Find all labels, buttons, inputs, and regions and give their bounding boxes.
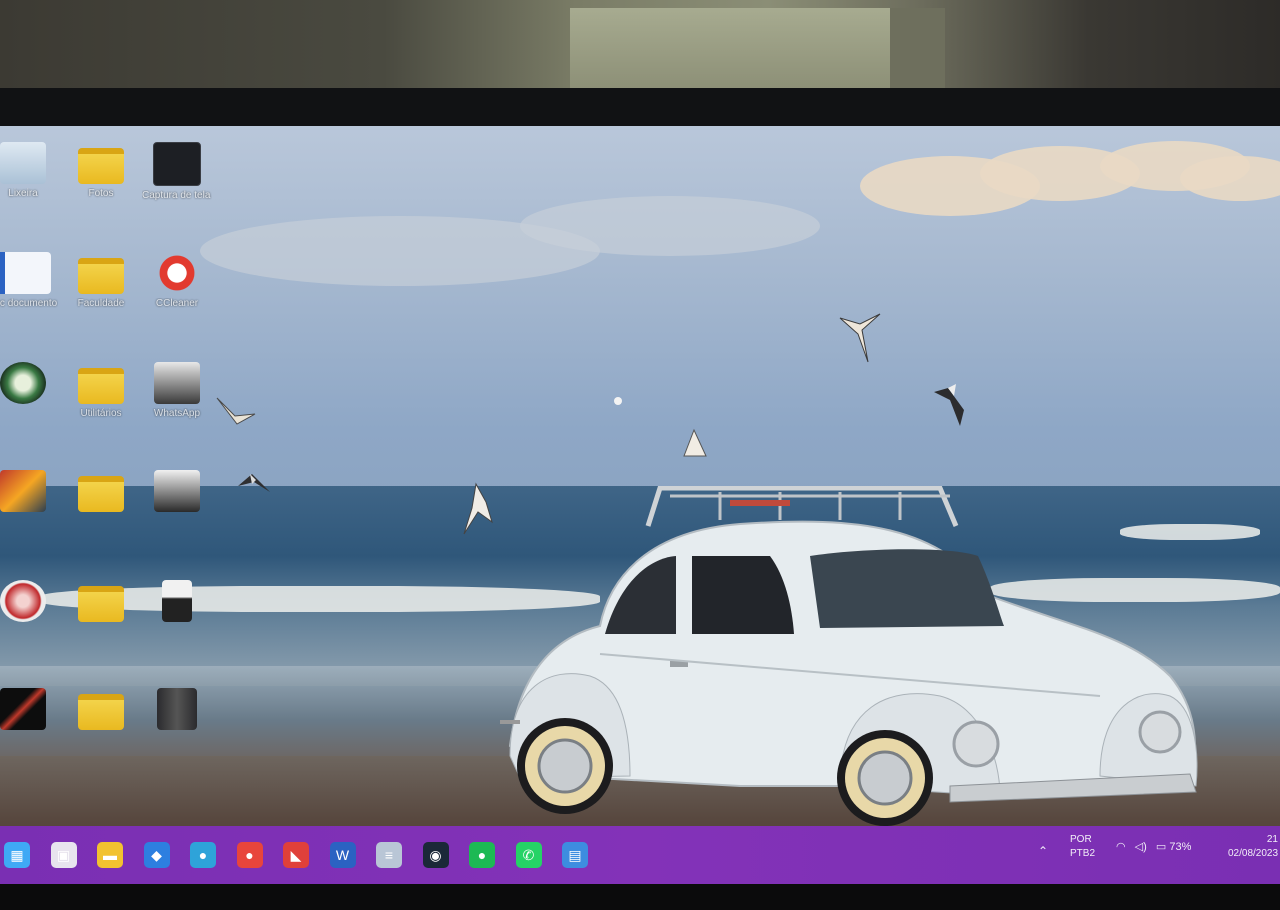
system-tray-status[interactable]: ◠ ◁) ▭ 73% [1116, 840, 1191, 853]
steam-icon[interactable]: ◉ [422, 842, 449, 868]
store-icon[interactable]: ◆ [143, 842, 170, 868]
keyboard-layout-label: PTB2 [1070, 848, 1096, 859]
folder-icon [78, 368, 124, 404]
desktop-icon-folder-2[interactable]: Faculdade [66, 252, 136, 310]
desktop-icon-app-1[interactable]: WhatsApp [142, 362, 212, 420]
desktop-icon-dark-file[interactable]: Captura de tela 2023 [142, 142, 212, 202]
room-door-frame [890, 8, 945, 88]
game-2-icon [0, 470, 46, 512]
language-indicator[interactable]: POR PTB2 [1070, 834, 1095, 859]
room-door [570, 8, 890, 88]
edge-icon[interactable]: ● [190, 842, 216, 868]
file-explorer-icon[interactable]: ▬ [97, 842, 123, 868]
dark-file-icon [153, 142, 201, 186]
desktop-icon-app-5[interactable] [142, 688, 212, 734]
folder-icon [78, 258, 124, 294]
battery-icon: ▭ [1155, 841, 1167, 853]
monitor-bezel-bottom [0, 884, 1280, 910]
recycle-bin-icon [0, 142, 46, 184]
clock-time: 21 [1266, 834, 1278, 845]
desktop-icon-recycle-bin[interactable]: Lixeira [0, 142, 58, 200]
chrome-icon[interactable]: ● [236, 842, 263, 868]
desktop-icon-app-3[interactable] [0, 580, 58, 626]
calculator-icon[interactable]: ▤ [562, 842, 588, 868]
background-room [0, 0, 1280, 100]
seagull [839, 313, 881, 363]
desktop-icon-game-1[interactable] [0, 362, 58, 408]
vw-beetle-car [500, 486, 1198, 826]
desktop-icon-folder-6[interactable] [66, 688, 136, 734]
seagull [238, 474, 270, 492]
chevron-up-icon[interactable]: ⌃ [1038, 844, 1048, 858]
desktop-icon-label: CCleaner [155, 298, 199, 309]
app-1-icon [154, 362, 200, 404]
spotify-icon[interactable]: ● [469, 842, 495, 868]
desktop-icon-label: Utilitários [80, 408, 122, 419]
cloud [1180, 156, 1280, 201]
folder-icon [78, 694, 124, 730]
desktop-icon-label: Lixeira [8, 188, 38, 199]
desktop-icon-label: Captura de tela 2023 [142, 190, 212, 201]
desktop-icon-folder-5[interactable] [66, 580, 136, 626]
app-4-icon [162, 580, 192, 622]
app-5-icon [157, 688, 197, 730]
seagull [614, 397, 622, 405]
battery-percent: 73% [1169, 841, 1192, 853]
game-1-icon [0, 362, 46, 404]
cloud [520, 196, 820, 256]
seagull [216, 397, 256, 425]
app-2-icon [154, 470, 200, 512]
desktop-icon-word-doc[interactable]: doc documento [0, 252, 58, 310]
desktop-icon-folder-3[interactable]: Utilitários [66, 362, 136, 420]
desktop-icon-folder-4[interactable] [66, 470, 136, 516]
desktop-icon-app-2[interactable] [142, 470, 212, 516]
notepad-icon[interactable]: ≡ [376, 842, 402, 868]
desktop-icon-app-4[interactable] [142, 580, 212, 626]
clock-date: 02/08/2023 [1228, 848, 1279, 859]
word-icon[interactable]: W [329, 842, 356, 868]
start-icon[interactable]: ▦ [4, 842, 30, 868]
folder-icon [78, 476, 124, 512]
monitor-screen: Lixeira Fotos Captura de tela 2023 doc docu… [0, 126, 1280, 886]
desktop-icon-ccleaner[interactable]: CCleaner [142, 252, 212, 310]
language-label: POR [1070, 834, 1092, 845]
folder-icon [78, 586, 124, 622]
seagull [934, 384, 964, 426]
desktop-icon-label: WhatsApp [153, 408, 201, 419]
desktop-icon-label: Faculdade [77, 298, 125, 309]
desktop-icon-label: Fotos [88, 188, 114, 199]
desktop-icon-folder-1[interactable]: Fotos [66, 142, 136, 200]
whatsapp-icon[interactable]: ✆ [515, 842, 542, 868]
clock[interactable]: 21 02/08/2023 [1228, 834, 1278, 859]
monitor-bezel-top [0, 88, 1280, 130]
app-3-icon [0, 580, 46, 622]
ccleaner-icon [154, 252, 200, 294]
word-doc-icon [0, 252, 51, 294]
seagull [683, 428, 707, 457]
game-3-icon [0, 688, 46, 730]
search-icon[interactable]: ▣ [50, 842, 77, 868]
desktop-icon-game-3[interactable] [0, 688, 58, 734]
wifi-icon: ◠ [1116, 841, 1126, 853]
folder-icon [78, 148, 124, 184]
app-red-icon[interactable]: ◣ [283, 842, 309, 868]
taskbar: ▦ ▣ ▬ ◆ ● ● ◣ W ≡ ◉ ● ✆ ▤ ⌃ POR PTB2 ◠ ◁) ▭ 73% 21 0… [0, 826, 1280, 884]
desktop-icon-label: doc documento [0, 298, 58, 309]
desktop-icon-game-2[interactable] [0, 470, 58, 516]
volume-icon: ◁) [1134, 841, 1147, 853]
